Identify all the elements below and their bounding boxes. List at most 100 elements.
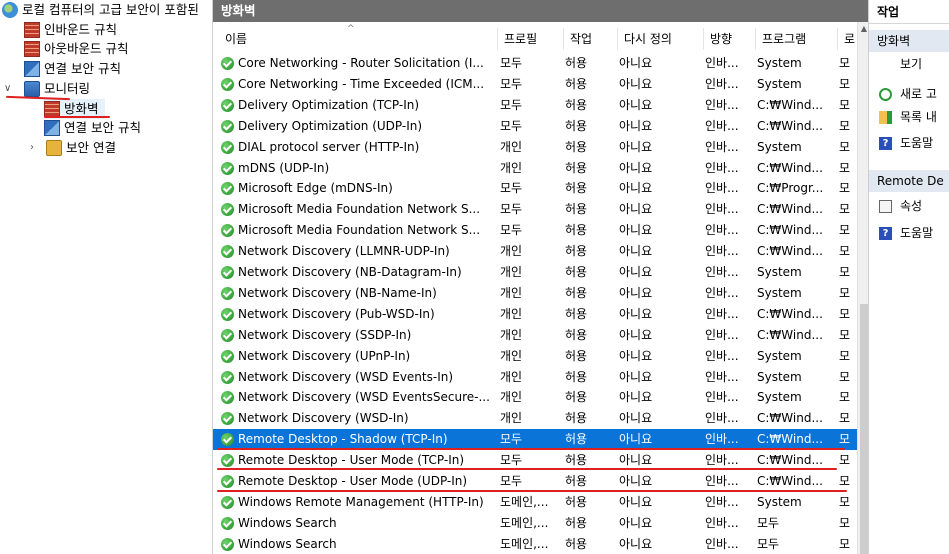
table-row[interactable]: Network Discovery (NB-Name-In) 개인 허용 아니요 인바.… [213,283,857,304]
rule-program: C:₩Wind... [757,223,823,238]
rule-name-cell: Network Discovery (NB-Name-In) [221,283,493,304]
action-export-list[interactable]: 목록 내 [869,106,949,128]
chevron-right-icon[interactable]: › [30,138,34,158]
rule-action: 허용 [565,56,588,70]
rule-local-address: 모 [839,76,851,91]
rule-program: C:₩Wind... [757,202,823,217]
table-row[interactable]: Microsoft Media Foundation Network S... 모… [213,220,857,241]
enabled-check-icon [221,266,234,279]
tree-item-connection-security[interactable]: 연결 보안 규칙 [24,59,121,79]
rule-program: C:₩Wind... [757,160,823,175]
rule-profile: 모두 [500,56,523,70]
action-refresh[interactable]: 새로 고 [869,83,949,105]
rule-override: 아니요 [619,474,653,488]
rule-profile: 모두 [500,97,523,112]
rule-program: C:₩Wind... [757,474,823,488]
rule-direction: 인바... [705,536,739,551]
table-row[interactable]: Network Discovery (WSD Events-In) 개인 허용 아니요… [213,367,857,388]
rule-direction: 인바... [705,411,739,426]
rule-override: 아니요 [619,515,653,530]
rule-name: Network Discovery (Pub-WSD-In) [238,306,435,321]
rule-direction: 인바... [705,76,739,91]
table-row[interactable]: Network Discovery (NB-Datagram-In) 개인 허용 아니… [213,262,857,283]
action-help-rule[interactable]: ? 도움말 [869,222,949,244]
rule-profile: 모두 [500,223,523,238]
column-header-override[interactable]: 다시 정의 [618,28,704,50]
rule-profile: 모두 [500,202,523,217]
column-header-profile[interactable]: 프로필 [498,28,564,50]
actions-section-rule[interactable]: Remote De [869,170,949,192]
table-row[interactable]: Remote Desktop - User Mode (UDP-In) 모두 허용 아… [213,471,857,492]
table-row[interactable]: DIAL protocol server (HTTP-In) 개인 허용 아니요 인바.… [213,137,857,158]
rule-action: 허용 [565,390,588,405]
rule-direction: 인바... [705,202,739,217]
tree-item-monitor-connection-security[interactable]: 연결 보안 규칙 [44,118,141,138]
rule-profile: 도메인,... [500,515,549,530]
table-row[interactable]: Network Discovery (SSDP-In) 개인 허용 아니요 인바... C… [213,325,857,346]
rule-profile: 개인 [500,348,523,363]
rule-direction: 인바... [705,474,739,488]
actions-section-firewall[interactable]: 방화벽 [869,30,949,52]
rule-override: 아니요 [619,390,653,405]
column-header-program[interactable]: 프로그램 [756,28,838,50]
rule-name-cell: Microsoft Media Foundation Network S... [221,220,493,241]
table-row[interactable]: Network Discovery (WSD-In) 개인 허용 아니요 인바... C:… [213,408,857,429]
table-row[interactable]: Network Discovery (UPnP-In) 개인 허용 아니요 인바... S… [213,346,857,367]
enabled-check-icon [221,328,234,342]
table-row[interactable]: Windows Search 도메인,... 허용 아니요 인바... 모두 모 [213,513,857,534]
rule-program: System [757,76,802,91]
rule-name: Core Networking - Router Solicitation (I… [238,56,484,70]
rule-override: 아니요 [619,202,653,217]
column-header-direction[interactable]: 방향 [704,28,756,50]
table-row[interactable]: Core Networking - Time Exceeded (ICM... 모… [213,74,857,95]
table-row[interactable]: Windows Remote Management (HTTP-In) 도메인,.… [213,492,857,513]
enabled-check-icon [221,433,234,447]
rule-profile: 개인 [500,306,523,321]
column-header-local[interactable]: 로 [838,28,857,50]
tree-item-security-associations[interactable]: › 보안 연결 [30,138,116,158]
enabled-check-icon [221,224,234,238]
rule-override: 아니요 [619,265,653,279]
rule-direction: 인바... [705,244,739,259]
table-row[interactable]: Core Networking - Router Solicitation (I… [213,53,857,74]
rule-override: 아니요 [619,97,653,112]
table-row[interactable]: Delivery Optimization (UDP-In) 모두 허용 아니요 인바.… [213,116,857,137]
rule-name-cell: Network Discovery (Pub-WSD-In) [221,304,493,325]
column-header-name[interactable]: 이름 [219,28,498,50]
scrollbar-thumb[interactable] [860,304,868,554]
connection-security-icon [44,120,60,136]
rule-name: Windows Remote Management (HTTP-In) [238,494,484,509]
tree-item-inbound[interactable]: 인바운드 규칙 [24,20,117,40]
tree-root[interactable]: 로컬 컴퓨터의 고급 보안이 포함된 [2,0,199,20]
table-row[interactable]: Network Discovery (WSD EventsSecure-... 개… [213,387,857,408]
table-row[interactable]: Network Discovery (Pub-WSD-In) 개인 허용 아니요 인바.… [213,304,857,325]
rule-name-cell: Network Discovery (WSD-In) [221,408,493,429]
rule-local-address: 모 [839,536,851,551]
table-row[interactable]: mDNS (UDP-In) 개인 허용 아니요 인바... C:₩Wind... 모 [213,158,857,179]
column-header-action[interactable]: 작업 [564,28,618,50]
rule-direction: 인바... [705,390,739,405]
rule-name-cell: Network Discovery (UPnP-In) [221,346,493,367]
enabled-check-icon [221,537,234,551]
rule-name: Network Discovery (WSD-In) [238,411,409,426]
table-row[interactable]: Delivery Optimization (TCP-In) 모두 허용 아니요 인바.… [213,95,857,116]
rule-name-cell: Core Networking - Router Solicitation (I… [221,53,493,74]
table-row[interactable]: Microsoft Media Foundation Network S... 모… [213,199,857,220]
rule-program: C:₩Wind... [757,97,823,112]
rule-program: 모두 [757,536,780,551]
enabled-check-icon [221,412,234,426]
enabled-check-icon [221,349,234,363]
rule-name: Microsoft Media Foundation Network S... [238,223,481,238]
rule-program: C:₩Wind... [757,411,823,426]
table-row[interactable]: Windows Search 도메인,... 허용 아니요 인바... 모두 모 [213,534,857,554]
rule-profile: 개인 [500,244,523,259]
rule-override: 아니요 [619,536,653,551]
tree-item-outbound[interactable]: 아웃바운드 규칙 [24,39,128,59]
rule-override: 아니요 [619,223,653,238]
action-view[interactable]: 보기 [869,53,949,75]
rule-direction: 인바... [705,348,739,363]
table-row[interactable]: Network Discovery (LLMNR-UDP-In) 개인 허용 아니요 인… [213,241,857,262]
table-row[interactable]: Microsoft Edge (mDNS-In) 모두 허용 아니요 인바... C:₩P… [213,178,857,199]
action-help[interactable]: ? 도움말 [869,132,949,154]
action-properties[interactable]: 속성 [869,195,949,217]
